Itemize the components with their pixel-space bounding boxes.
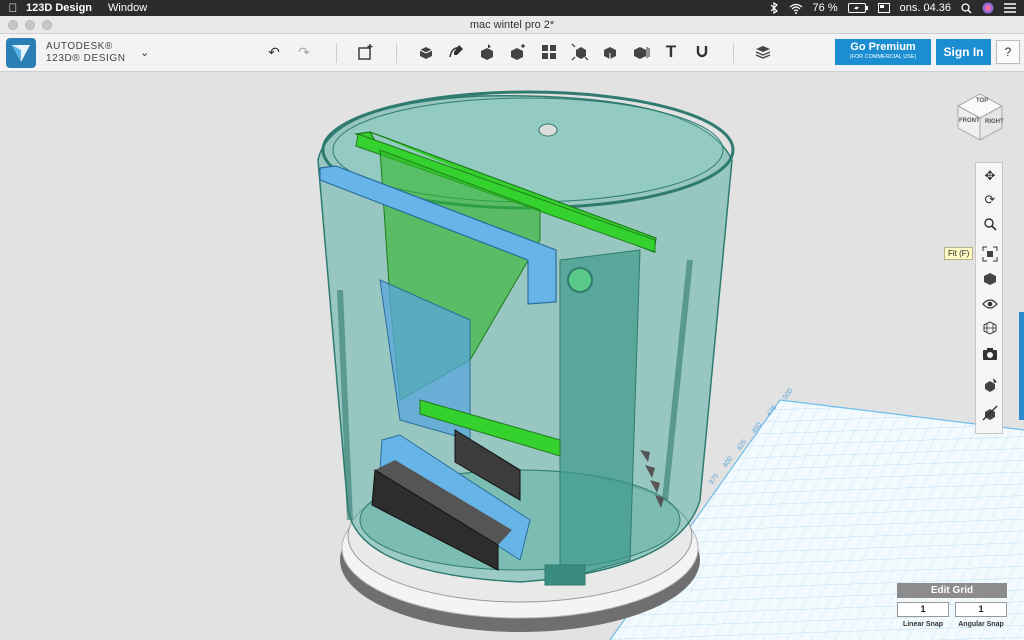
viewcube-top-label[interactable]: TOP [976,98,988,104]
snap-toggle-icon[interactable] [980,403,1000,423]
camera-icon[interactable] [980,344,1000,364]
app-logo-icon[interactable] [6,38,36,68]
pattern-icon[interactable] [508,42,528,62]
system-menu-bar:  123D Design Window 76 % ons. 04.36 [0,0,1024,16]
angular-snap-input[interactable]: 1 [955,602,1007,617]
angular-snap-label: Angular Snap [958,621,1004,628]
input-source-icon[interactable] [877,3,890,13]
grouping-icon[interactable] [539,42,559,62]
toolbar-separator [396,43,397,63]
edit-grid-button[interactable]: Edit Grid [897,583,1007,598]
navigation-bar: ✥ ⟳ [975,162,1003,434]
window-controls [8,20,52,30]
redo-icon[interactable]: ↷ [294,42,314,62]
go-premium-button[interactable]: Go Premium (FOR COMMERCIAL USE) [835,39,931,65]
fit-tooltip: Fit (F) [944,247,974,260]
undo-icon[interactable]: ↶ [264,42,284,62]
brand-product: 123D® DESIGN [46,53,126,64]
toolbar-separator [336,43,337,63]
battery-percentage: 76 % [812,2,838,14]
app-menu[interactable]: 123D Design [26,2,92,14]
snap-icon[interactable] [692,42,712,62]
brand-autodesk: AUTODESK® [46,41,113,52]
battery-icon[interactable] [847,3,868,13]
sign-in-button[interactable]: Sign In [936,39,991,65]
spotlight-search-icon[interactable] [961,2,972,14]
zoom-icon[interactable] [980,214,1000,234]
status-area: 76 % ons. 04.36 [769,0,1016,16]
zoom-window-button[interactable] [42,20,52,30]
notification-center-icon[interactable] [1004,3,1016,13]
construct-icon[interactable] [446,42,466,62]
side-panel-toggle[interactable] [1019,312,1024,420]
layers-icon[interactable] [753,42,773,62]
visibility-eye-icon[interactable] [980,294,1000,314]
add-primitive-icon[interactable] [356,42,376,62]
edit-grid-icon[interactable] [980,375,1000,395]
3d-viewport[interactable]: 500 475 450 425 400 375 TOP FRONT RIGHT [0,72,1024,640]
sketch-icon[interactable] [416,42,436,62]
fit-icon[interactable] [980,244,1000,264]
measure-icon[interactable] [600,42,620,62]
pan-icon[interactable]: ✥ [980,166,1000,186]
wifi-icon[interactable] [789,3,803,14]
viewcube-front-label[interactable]: FRONT [959,118,980,124]
window-menu[interactable]: Window [108,2,147,14]
modify-icon[interactable] [477,42,497,62]
material-icon[interactable] [631,42,651,62]
materials-grid-icon[interactable] [980,318,1000,338]
linear-snap-label: Linear Snap [902,621,944,628]
model-canvas[interactable]: 500 475 450 425 400 375 [0,72,1024,640]
linear-snap-input[interactable]: 1 [897,602,949,617]
viewcube-right-label[interactable]: RIGHT [985,119,1004,125]
grid-ruler-label: 375 [708,472,720,486]
main-toolbar: AUTODESK® 123D® DESIGN ⌄ ↶ ↷ T Go Premiu… [0,34,1024,72]
close-window-button[interactable] [8,20,18,30]
clock[interactable]: ons. 04.36 [900,2,951,14]
siri-icon[interactable] [982,2,994,14]
window-title-bar: mac wintel pro 2* [0,16,1024,34]
combine-icon[interactable] [570,42,590,62]
view-box-icon[interactable] [980,269,1000,289]
toolbar-separator [733,43,734,63]
apple-menu-icon[interactable]:  [0,1,26,15]
grid-ruler-label: 500 [782,387,794,401]
bluetooth-icon[interactable] [769,2,779,14]
window-title: mac wintel pro 2* [469,19,555,31]
text-icon[interactable]: T [661,42,681,62]
app-menu-chevron-icon[interactable]: ⌄ [140,46,149,59]
view-cube[interactable]: TOP FRONT RIGHT [952,86,1008,142]
orbit-icon[interactable]: ⟳ [980,190,1000,210]
minimize-window-button[interactable] [25,20,35,30]
help-button[interactable]: ? [996,40,1020,64]
